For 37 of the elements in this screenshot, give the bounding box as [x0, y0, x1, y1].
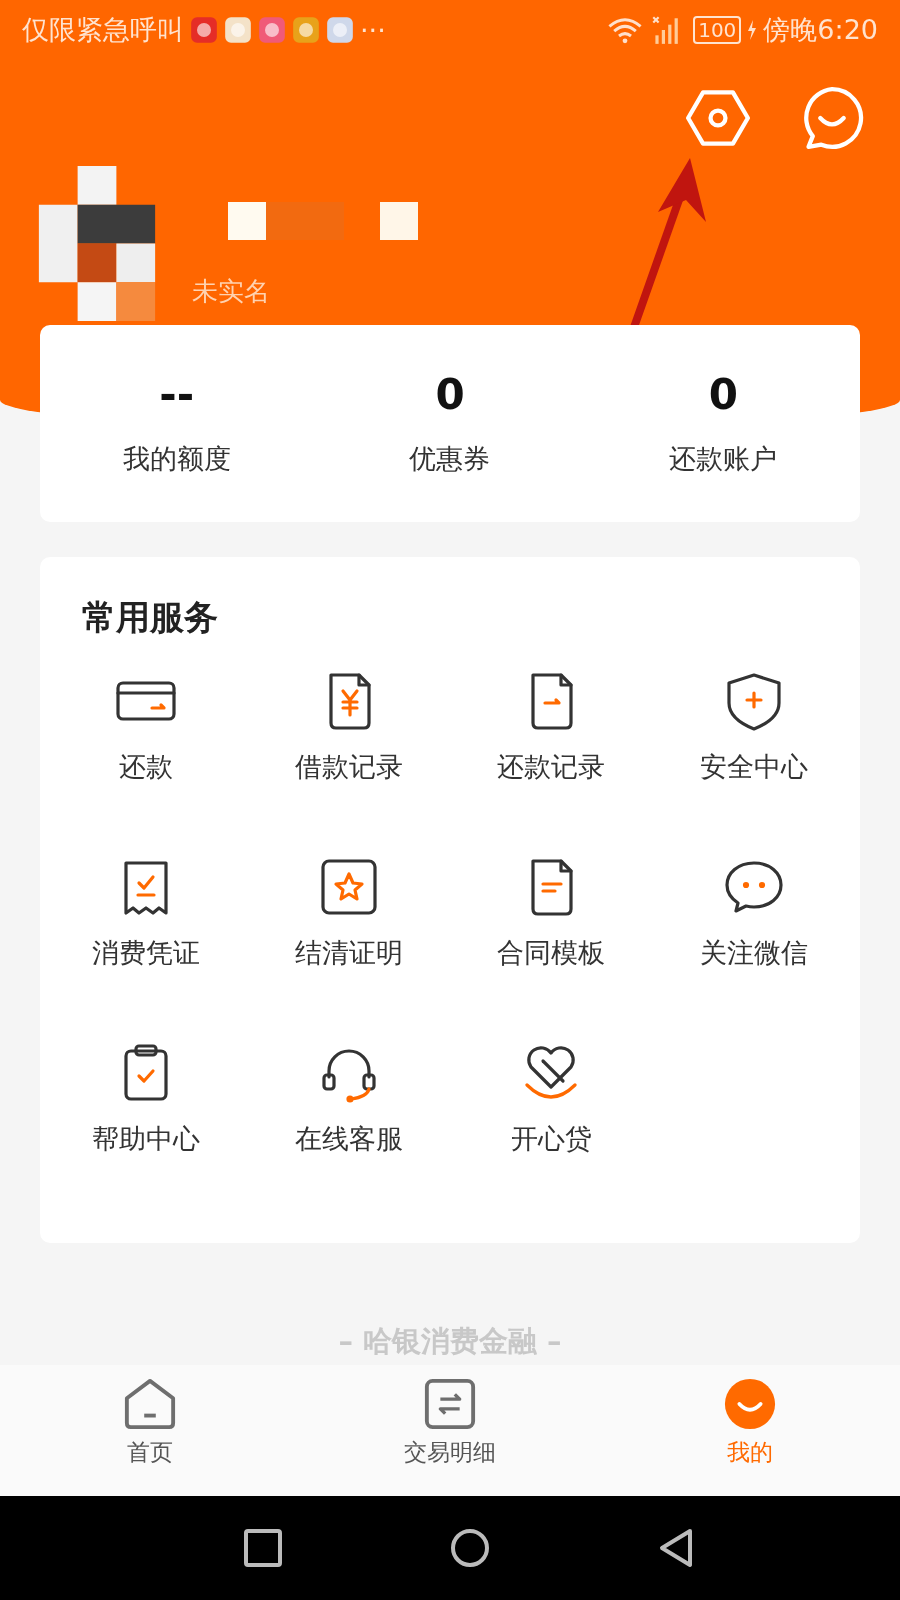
- recents-button[interactable]: [243, 1528, 284, 1568]
- service-item[interactable]: 还款记录: [450, 671, 653, 847]
- app-icon: [190, 16, 218, 44]
- smile-icon: [723, 1377, 777, 1431]
- stat-value: 0: [708, 370, 738, 419]
- service-item[interactable]: 在线客服: [247, 1043, 450, 1219]
- stat-value: --: [159, 370, 195, 419]
- tab[interactable]: 交易明细: [300, 1365, 600, 1496]
- stat-value: 0: [435, 370, 465, 419]
- service-item[interactable]: 结清证明: [247, 857, 450, 1033]
- carrier-text: 仅限紧急呼叫: [22, 13, 184, 47]
- more-text: ···: [360, 14, 386, 46]
- service-item[interactable]: 帮助中心: [45, 1043, 248, 1219]
- service-item[interactable]: 关注微信: [652, 857, 855, 1033]
- service-item[interactable]: 开心贷: [450, 1043, 653, 1219]
- app-icon: [258, 16, 286, 44]
- service-item[interactable]: 还款: [45, 671, 248, 847]
- battery-level: 100: [693, 16, 742, 44]
- app-icon: [292, 16, 320, 44]
- service-item[interactable]: 消费凭证: [45, 857, 248, 1033]
- stat-label: 我的额度: [122, 442, 231, 476]
- charging-icon: [747, 20, 758, 40]
- wifi-icon: [607, 15, 644, 45]
- stat-label: 还款账户: [669, 442, 778, 476]
- section-title: 常用服务: [81, 596, 219, 639]
- home-button[interactable]: [450, 1528, 490, 1568]
- service-item[interactable]: 借款记录: [247, 671, 450, 847]
- stat-label: 优惠券: [409, 442, 491, 476]
- app-icon: [224, 16, 252, 44]
- tab[interactable]: 首页: [0, 1365, 300, 1496]
- verification-status: 未实名: [192, 275, 271, 308]
- clock-text: 傍晚6:20: [763, 13, 878, 47]
- swap-icon: [423, 1377, 477, 1431]
- service-item[interactable]: 安全中心: [652, 671, 855, 847]
- service-item[interactable]: 合同模板: [450, 857, 653, 1033]
- home-icon: [123, 1377, 177, 1431]
- app-icon: [326, 16, 354, 44]
